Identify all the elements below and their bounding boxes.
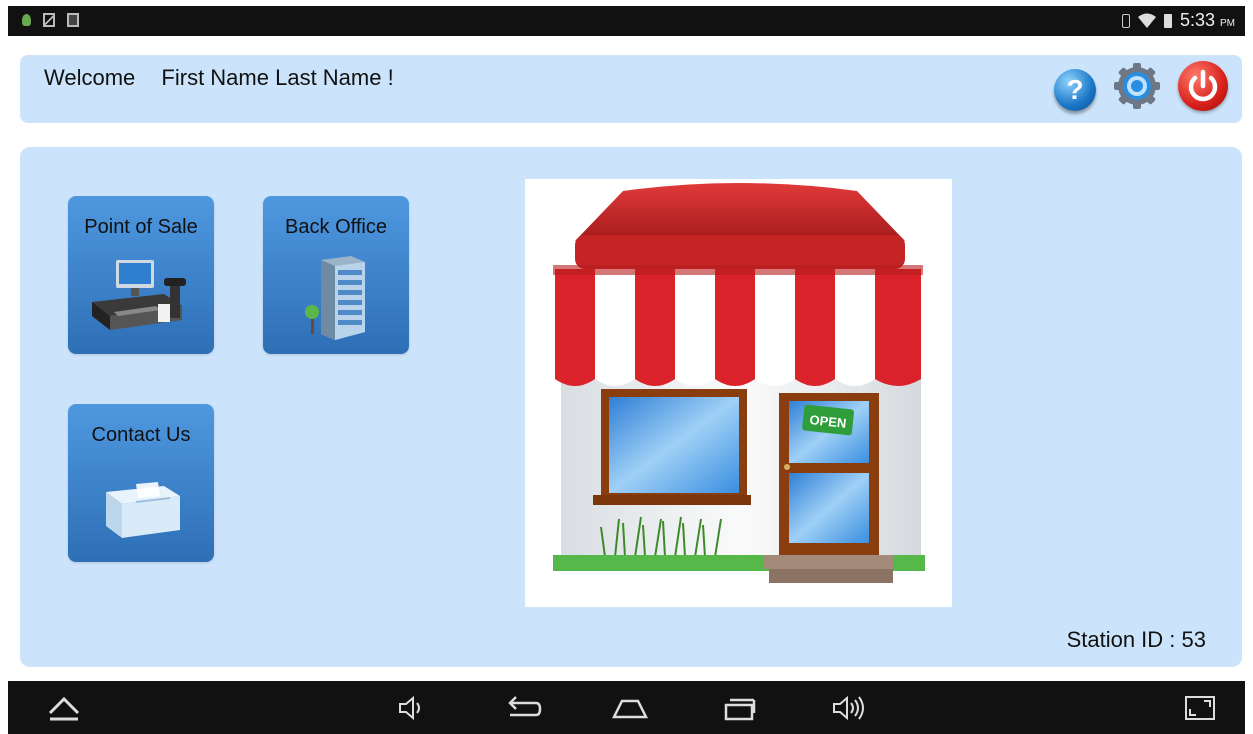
welcome-message: Welcome First Name Last Name ! [44,65,394,91]
back-icon[interactable] [502,693,542,723]
android-icon [22,14,31,26]
contact-us-tile[interactable]: Contact Us [68,404,214,562]
image-icon [43,13,55,27]
battery-icon [1163,13,1172,28]
welcome-label: Welcome [44,65,136,90]
picture-icon [67,13,79,27]
help-button[interactable]: ? [1054,69,1096,111]
header-bar: Welcome First Name Last Name ! ? [20,55,1242,123]
settings-gear-icon [1114,63,1160,109]
notification-icons [22,13,79,27]
office-building-icon [305,256,365,340]
volume-up-icon[interactable] [830,693,870,723]
hide-keyboard-icon[interactable] [44,693,84,723]
fullscreen-icon[interactable] [1180,693,1220,723]
cash-register-icon [92,260,186,330]
wifi-icon [1137,13,1156,28]
settings-button[interactable] [1112,61,1162,111]
recents-icon[interactable] [720,693,760,723]
tile-label: Point of Sale [84,216,198,238]
point-of-sale-tile[interactable]: Point of Sale [68,196,214,354]
home-icon[interactable] [610,693,650,723]
clock-time: 5:33 [1179,10,1215,30]
help-icon: ? [1066,74,1084,105]
tile-label: Contact Us [91,424,191,446]
tile-label: Back Office [285,216,387,238]
back-office-tile[interactable]: Back Office [263,196,409,354]
volume-down-icon[interactable] [392,693,432,723]
power-icon [1188,69,1218,102]
mailbox-icon [106,482,180,538]
header-actions: ? [1054,61,1228,111]
station-id: Station ID : 53 [1066,627,1206,652]
storefront-icon: OPEN [525,179,952,607]
system-icons: 5:33 PM [1121,10,1235,31]
vibrate-icon [1121,13,1130,28]
power-button[interactable] [1178,61,1228,111]
clock: 5:33 PM [1180,10,1235,31]
navigation-bar [8,681,1245,734]
main-panel: Point of Sale Back Office Contact Us OPE… [20,147,1242,667]
user-name: First Name Last Name ! [161,65,394,90]
clock-ampm: PM [1220,18,1235,29]
status-bar: 5:33 PM [8,6,1245,36]
